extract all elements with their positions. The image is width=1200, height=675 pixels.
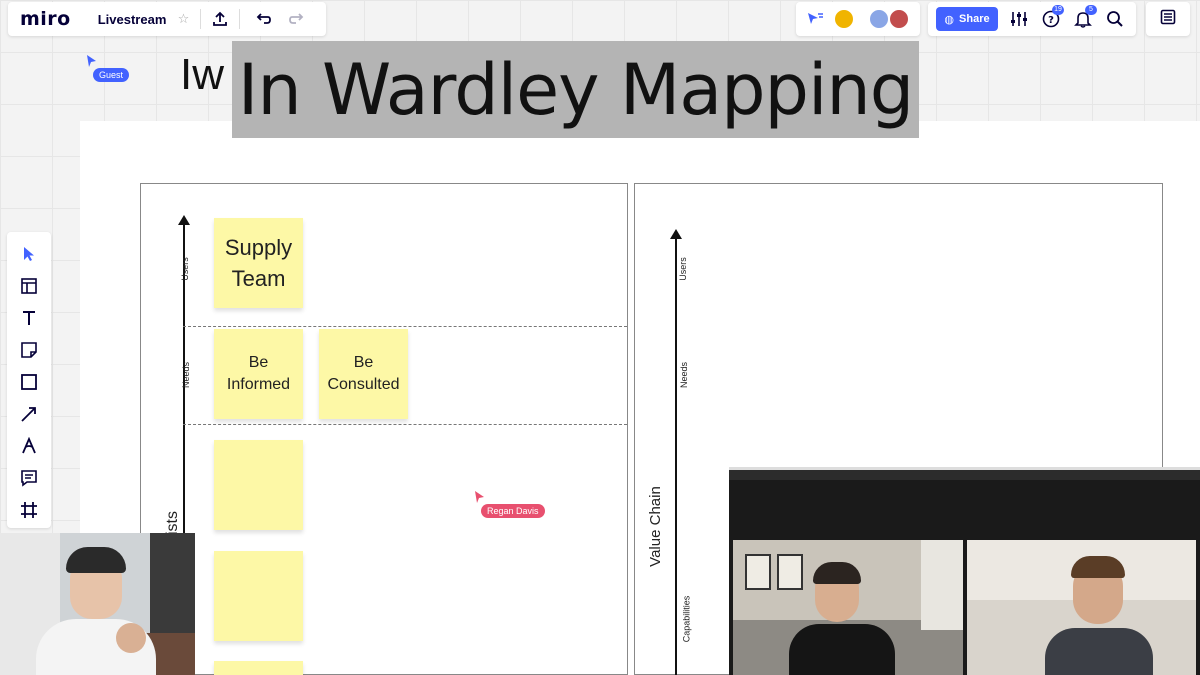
list-panel-icon <box>1160 9 1176 30</box>
sticky-be-informed[interactable]: Be Informed <box>214 329 303 419</box>
connection-line-tool-icon[interactable] <box>15 400 43 428</box>
axis-arrow-icon <box>670 226 682 244</box>
frame-tool-icon[interactable] <box>15 496 43 524</box>
sticky-be-consulted[interactable]: Be Consulted <box>319 329 408 419</box>
board-panel-button[interactable] <box>1146 2 1190 36</box>
notifications-badge: 5 <box>1085 5 1097 15</box>
redo-icon[interactable] <box>284 6 310 32</box>
sticky-note-tool-icon[interactable] <box>15 336 43 364</box>
remote-cursor-label: Regan Davis <box>481 504 545 518</box>
left-toolbar <box>7 232 51 528</box>
svg-text:?: ? <box>1048 15 1054 26</box>
actions-bar: ◍ Share ? 19 5 <box>928 2 1136 36</box>
miro-logo: miro <box>20 8 71 30</box>
globe-icon: ◍ <box>944 13 955 26</box>
sticky-empty[interactable] <box>214 551 303 641</box>
cursor-follow-icon[interactable] <box>806 11 824 32</box>
avatar[interactable] <box>888 8 910 30</box>
comment-tool-icon[interactable] <box>15 464 43 492</box>
settings-sliders-icon[interactable] <box>1010 11 1028 32</box>
axis-arrow-icon <box>178 212 190 230</box>
axis-partial-label: ists <box>164 511 181 535</box>
participant-video <box>967 540 1196 675</box>
collaborators-bar <box>796 2 920 36</box>
export-icon[interactable] <box>207 6 233 32</box>
capabilities-label: Capabilities <box>681 595 692 643</box>
board-name[interactable]: Livestream <box>98 12 167 27</box>
sticky-supply-team[interactable]: Supply Team <box>214 218 303 308</box>
divider-line <box>183 424 627 425</box>
value-chain-label: Value Chain <box>646 486 664 567</box>
participant-video <box>733 540 963 675</box>
video-call-window <box>729 467 1200 675</box>
select-tool-icon[interactable] <box>15 240 43 268</box>
avatar[interactable] <box>833 8 855 30</box>
needs-label: Needs <box>679 361 690 389</box>
sticky-empty[interactable] <box>214 661 303 675</box>
divider-line <box>183 326 627 327</box>
board-header: miro Livestream ☆ <box>8 2 326 36</box>
guest-cursor-label: Guest <box>93 68 130 82</box>
pen-tool-icon[interactable] <box>15 432 43 460</box>
templates-tool-icon[interactable] <box>15 272 43 300</box>
share-button[interactable]: ◍ Share <box>936 7 998 31</box>
needs-label: Needs <box>181 361 192 389</box>
shape-tool-icon[interactable] <box>15 368 43 396</box>
help-badge: 19 <box>1052 5 1064 15</box>
canvas-partial-text: Iw <box>180 50 224 99</box>
undo-icon[interactable] <box>250 6 276 32</box>
users-label: Users <box>677 257 688 281</box>
sticky-empty[interactable] <box>214 440 303 530</box>
right-map-axis <box>675 232 677 675</box>
star-icon[interactable]: ☆ <box>170 6 196 32</box>
text-tool-icon[interactable] <box>15 304 43 332</box>
avatar[interactable] <box>868 8 890 30</box>
users-label: Users <box>179 257 190 281</box>
presenter-webcam <box>0 533 195 675</box>
search-icon[interactable] <box>1106 10 1124 33</box>
title-overlay: In Wardley Mapping <box>232 41 919 138</box>
